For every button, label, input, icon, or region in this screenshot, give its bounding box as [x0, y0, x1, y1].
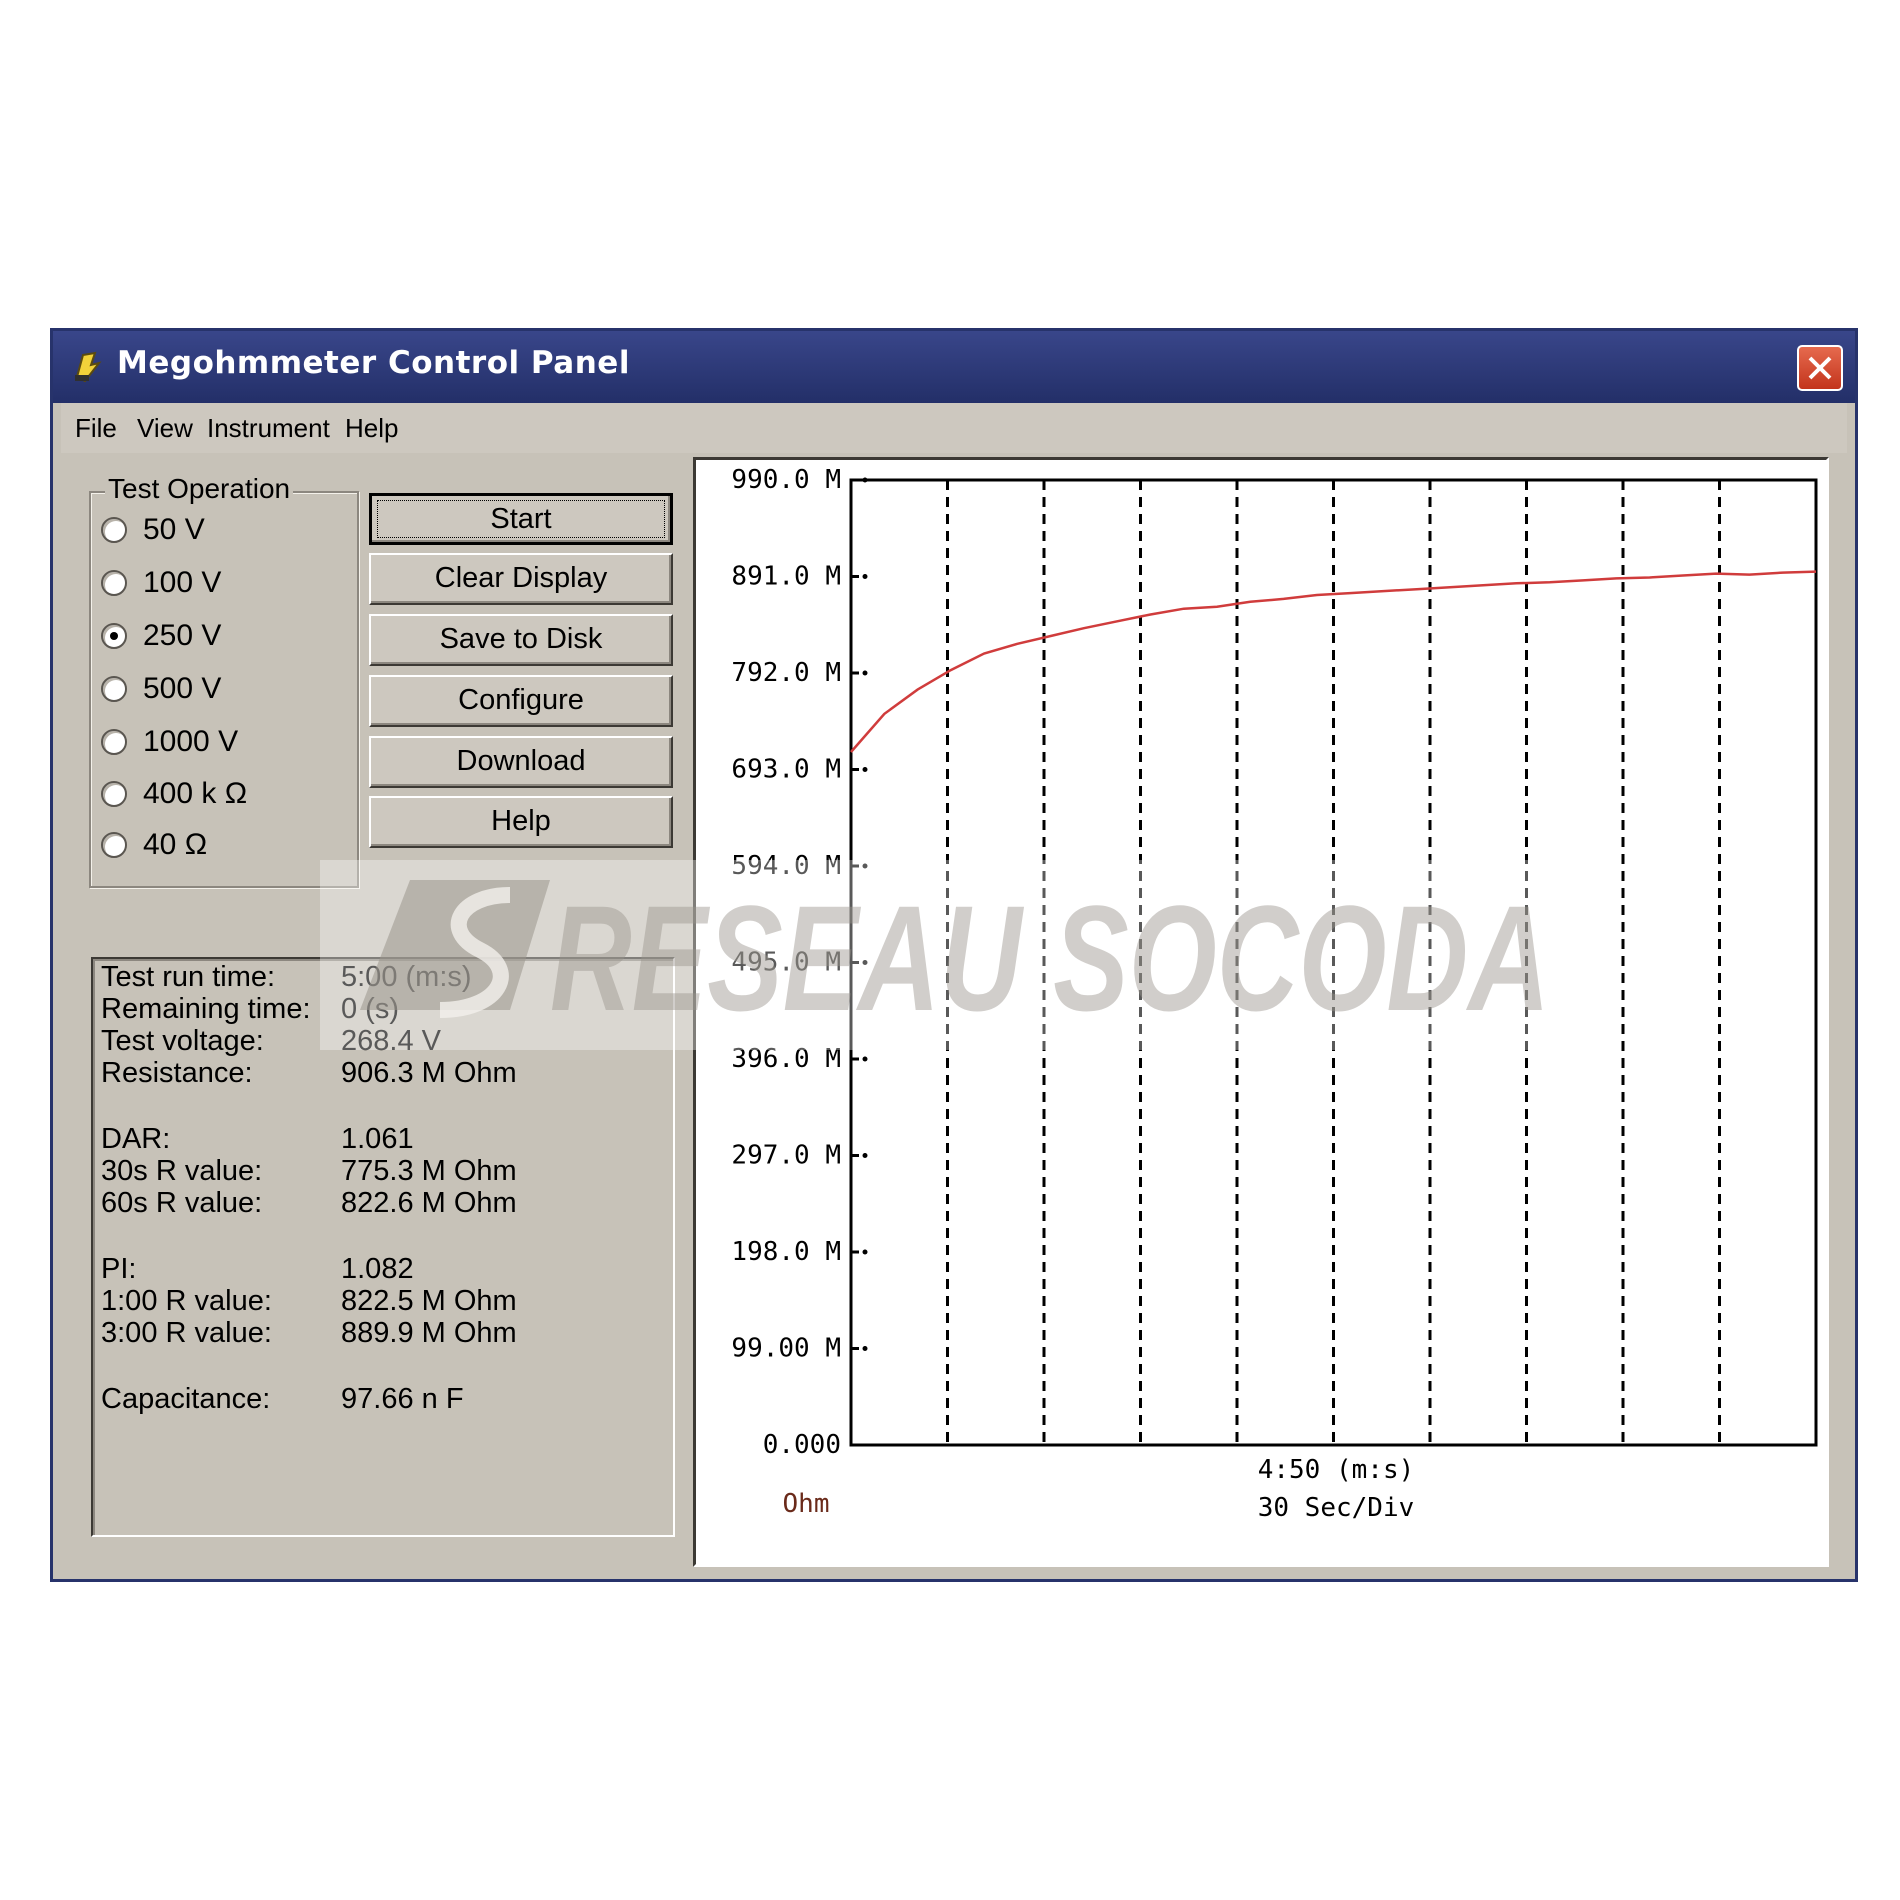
- y-tick-dot: [862, 863, 868, 869]
- remaining-time-value: 0 (s): [341, 993, 399, 1025]
- radio-button[interactable]: [101, 781, 127, 807]
- menu-help[interactable]: Help: [345, 413, 398, 444]
- radio-button[interactable]: [101, 676, 127, 702]
- y-tick-dot: [862, 574, 868, 579]
- radio-selected-dot: [110, 632, 118, 640]
- test-operation-group: Test Operation 50 V 100 V 250 V 500 V 10…: [89, 473, 359, 888]
- y-tick-dot: [862, 670, 868, 676]
- menu-instrument[interactable]: Instrument: [207, 413, 330, 444]
- radio-button[interactable]: [101, 729, 127, 755]
- save-to-disk-label: Save to Disk: [439, 623, 603, 655]
- y-tick-dot: [862, 767, 868, 772]
- capacitance-value: 97.66 n F: [341, 1383, 464, 1415]
- y-tick-label: 792.0 M: [731, 658, 841, 688]
- radio-label: 40 Ω: [143, 828, 208, 861]
- test-operation-legend: Test Operation: [105, 473, 294, 505]
- r3m-value: 889.9 M Ohm: [341, 1317, 517, 1349]
- close-button[interactable]: [1797, 345, 1843, 391]
- clear-display-button[interactable]: Clear Display: [369, 553, 673, 605]
- start-button[interactable]: Start: [369, 493, 673, 545]
- radio-button[interactable]: [101, 832, 127, 858]
- radio-label: 250 V: [143, 619, 222, 652]
- test-voltage-label: Test voltage:: [101, 1025, 264, 1057]
- y-tick-dot: [862, 477, 868, 483]
- r60s-value: 822.6 M Ohm: [341, 1187, 517, 1219]
- r30s-value: 775.3 M Ohm: [341, 1155, 517, 1187]
- radio-label: 400 k Ω: [143, 777, 248, 810]
- remaining-time-label: Remaining time:: [101, 993, 311, 1025]
- window-title: Megohmmeter Control Panel: [117, 345, 630, 381]
- y-tick-label: 396.0 M: [731, 1044, 841, 1074]
- resistance-value: 906.3 M Ohm: [341, 1057, 517, 1089]
- test-voltage-value: 268.4 V: [341, 1025, 441, 1057]
- test-run-time-value: 5:00 (m:s): [341, 961, 472, 993]
- y-tick-label: 198.0 M: [731, 1237, 841, 1267]
- y-tick-label: 495.0 M: [731, 948, 841, 978]
- clear-display-label: Clear Display: [434, 562, 608, 594]
- y-tick-dot: [862, 960, 868, 965]
- dar-value: 1.061: [341, 1123, 414, 1155]
- help-button[interactable]: Help: [369, 796, 673, 848]
- dar-label: DAR:: [101, 1123, 171, 1155]
- radio-button[interactable]: [101, 570, 127, 596]
- y-tick-label: 99.00 M: [731, 1334, 841, 1364]
- r1m-label: 1:00 R value:: [101, 1285, 272, 1317]
- download-button[interactable]: Download: [369, 736, 673, 788]
- radio-label: 100 V: [143, 566, 222, 599]
- y-tick-dot: [862, 1056, 868, 1062]
- megohmmeter-app-icon: [75, 351, 102, 383]
- y-tick-label: 990.0 M: [731, 465, 841, 495]
- menu-file[interactable]: File: [75, 413, 117, 444]
- radio-label: 50 V: [143, 513, 205, 546]
- menu-bar: File View Instrument Help: [61, 403, 1847, 453]
- radio-label: 500 V: [143, 672, 222, 705]
- y-tick-label: 594.0 M: [731, 851, 841, 881]
- radio-button-selected[interactable]: [101, 623, 127, 649]
- test-run-time-label: Test run time:: [101, 961, 276, 993]
- configure-label: Configure: [458, 684, 584, 716]
- y-tick-dot: [862, 1249, 868, 1255]
- pi-label: PI:: [101, 1253, 137, 1285]
- results-panel: Test run time: 5:00 (m:s) Remaining time…: [91, 957, 675, 1537]
- control-area: Test Operation 50 V 100 V 250 V 500 V 10…: [61, 457, 681, 1567]
- menu-view[interactable]: View: [137, 413, 193, 444]
- y-tick-label: 297.0 M: [731, 1141, 841, 1171]
- app-window: Megohmmeter Control Panel File View Inst…: [50, 328, 1858, 1582]
- y-tick-label: 693.0 M: [731, 755, 841, 785]
- capacitance-label: Capacitance:: [101, 1383, 271, 1415]
- r3m-label: 3:00 R value:: [101, 1317, 272, 1349]
- r60s-label: 60s R value:: [101, 1187, 263, 1219]
- y-tick-label: 0.000: [763, 1430, 841, 1460]
- resistance-chart: 990.0 M 891.0 M 792.0 M 693.0 M 594.0 M 495.0…: [731, 465, 1818, 1523]
- download-label: Download: [456, 745, 586, 777]
- x-axis-label: 4:50 (m:s): [1258, 1455, 1415, 1485]
- pi-value: 1.082: [341, 1253, 414, 1285]
- r30s-label: 30s R value:: [101, 1155, 263, 1187]
- close-icon: [1808, 356, 1832, 380]
- y-tick-label: 891.0 M: [731, 562, 841, 592]
- y-tick-dot: [862, 1153, 868, 1158]
- radio-label: 1000 V: [143, 725, 239, 758]
- y-tick-dot: [862, 1346, 868, 1351]
- title-bar[interactable]: Megohmmeter Control Panel: [53, 331, 1855, 403]
- save-to-disk-button[interactable]: Save to Disk: [369, 614, 673, 666]
- r1m-value: 822.5 M Ohm: [341, 1285, 517, 1317]
- configure-button[interactable]: Configure: [369, 675, 673, 727]
- resistance-label: Resistance:: [101, 1057, 253, 1089]
- help-label: Help: [491, 805, 551, 837]
- focus-rectangle: [377, 500, 665, 538]
- x-scale-label: 30 Sec/Div: [1258, 1493, 1415, 1523]
- radio-button[interactable]: [101, 517, 127, 543]
- y-unit-label: Ohm: [783, 1489, 830, 1519]
- resistance-chart-panel: 990.0 M 891.0 M 792.0 M 693.0 M 594.0 M 495.0…: [693, 457, 1829, 1567]
